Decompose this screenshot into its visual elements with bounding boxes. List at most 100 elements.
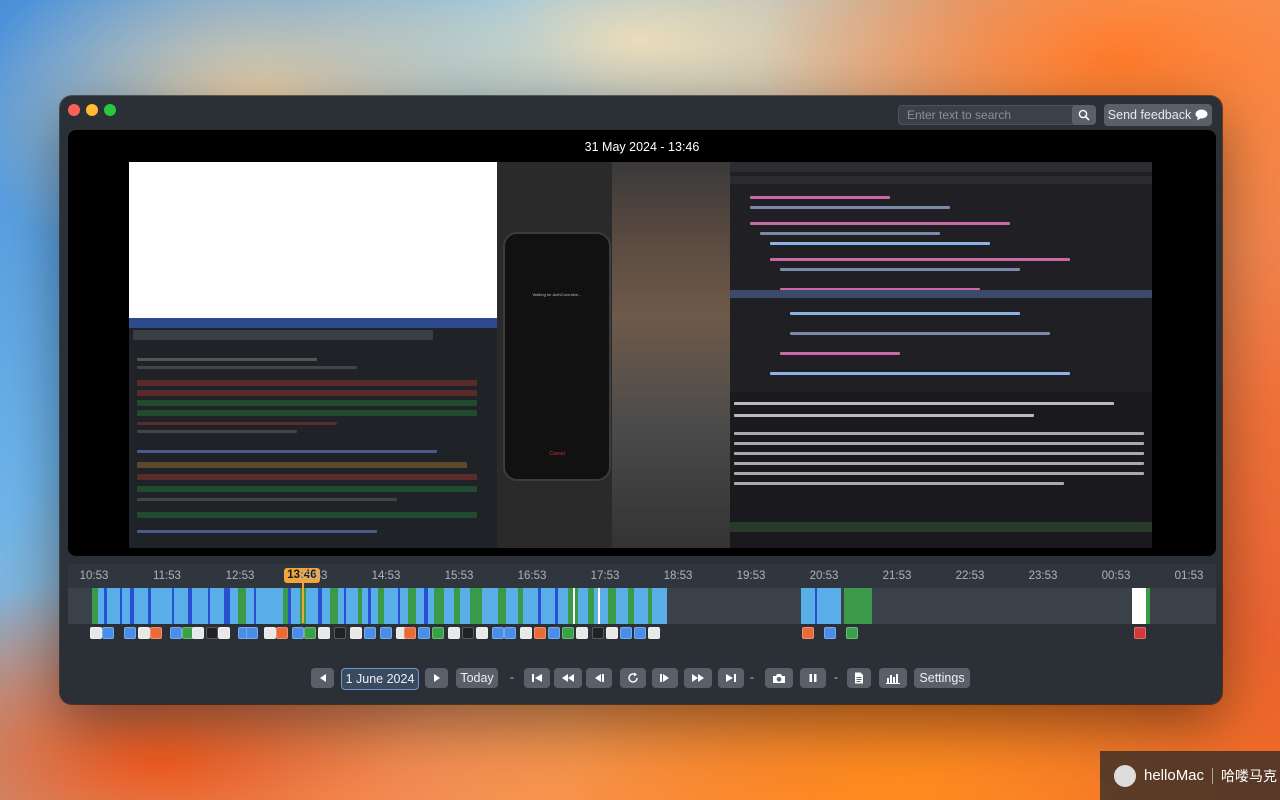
- previous-day-button[interactable]: [311, 668, 334, 688]
- app-icon[interactable]: [548, 627, 560, 639]
- app-icon[interactable]: [276, 627, 288, 639]
- timeline-tick-label: 13:53: [298, 570, 328, 582]
- app-icon[interactable]: [334, 627, 346, 639]
- minimize-window-button[interactable]: [86, 104, 98, 116]
- activity-segment: [188, 588, 192, 624]
- app-icon[interactable]: [562, 627, 574, 639]
- timeline-tick-label: 16:53: [517, 570, 547, 582]
- app-icon[interactable]: [534, 627, 546, 639]
- today-button[interactable]: Today: [456, 668, 498, 688]
- activity-segment: [318, 588, 322, 624]
- step-back-button[interactable]: [586, 668, 612, 688]
- app-icon[interactable]: [620, 627, 632, 639]
- jump-to-start-button[interactable]: [524, 668, 550, 688]
- activity-segment: [498, 588, 506, 624]
- activity-segment: [470, 588, 482, 624]
- app-icon[interactable]: [218, 627, 230, 639]
- camera-icon: [773, 673, 785, 683]
- app-icon[interactable]: [404, 627, 416, 639]
- app-icon[interactable]: [1134, 627, 1146, 639]
- activity-segment: [628, 588, 634, 624]
- search-input[interactable]: [898, 105, 1080, 125]
- search-button[interactable]: [1072, 105, 1096, 125]
- activity-timeline-bar[interactable]: [68, 588, 1216, 624]
- app-icon[interactable]: [246, 627, 258, 639]
- hellomac-logo-icon: [1114, 764, 1136, 787]
- date-picker[interactable]: 1 June 2024: [341, 668, 419, 690]
- timeline-tick-label: 11:53: [153, 570, 181, 582]
- fast-rewind-button[interactable]: [554, 668, 582, 688]
- app-icon[interactable]: [264, 627, 276, 639]
- app-icon[interactable]: [846, 627, 858, 639]
- timeline-tick-label: 14:53: [371, 570, 401, 582]
- activity-segment: [104, 588, 107, 624]
- activity-segment: [573, 588, 575, 624]
- app-icon[interactable]: [492, 627, 504, 639]
- refresh-button[interactable]: [620, 668, 646, 688]
- maximize-window-button[interactable]: [104, 104, 116, 116]
- fast-forward-button[interactable]: [684, 668, 712, 688]
- toolbar-separator: -: [510, 670, 514, 684]
- send-feedback-label: Send feedback: [1107, 108, 1192, 122]
- send-feedback-button[interactable]: Send feedback: [1104, 104, 1212, 126]
- app-icon[interactable]: [634, 627, 646, 639]
- app-icon[interactable]: [102, 627, 114, 639]
- toolbar-separator: -: [834, 670, 838, 684]
- app-icon[interactable]: [432, 627, 444, 639]
- app-icons-row: [68, 624, 1216, 642]
- timeline-tick-label: 19:53: [736, 570, 766, 582]
- activity-segment: [844, 588, 872, 624]
- activity-segment: [801, 588, 841, 624]
- activity-segment: [588, 588, 594, 624]
- close-window-button[interactable]: [68, 104, 80, 116]
- statistics-button[interactable]: [879, 668, 907, 688]
- app-icon[interactable]: [802, 627, 814, 639]
- app-icon[interactable]: [606, 627, 618, 639]
- activity-segment: [120, 588, 122, 624]
- timeline-tick-label: 20:53: [809, 570, 839, 582]
- app-icon[interactable]: [380, 627, 392, 639]
- app-icon[interactable]: [170, 627, 182, 639]
- app-icon[interactable]: [418, 627, 430, 639]
- app-icon[interactable]: [350, 627, 362, 639]
- app-icon[interactable]: [150, 627, 162, 639]
- playback-toolbar: 1 June 2024 Today - - - Settings: [60, 668, 1222, 690]
- app-icon[interactable]: [206, 627, 218, 639]
- activity-segment: [815, 588, 817, 624]
- settings-button[interactable]: Settings: [914, 668, 970, 688]
- app-icon[interactable]: [292, 627, 304, 639]
- captured-screen-image[interactable]: Waiting for AuthCoroutine... Cancel: [129, 162, 1152, 548]
- app-icon[interactable]: [448, 627, 460, 639]
- activity-segment: [1132, 588, 1146, 624]
- app-icon[interactable]: [576, 627, 588, 639]
- activity-segment: [368, 588, 371, 624]
- app-icon[interactable]: [364, 627, 376, 639]
- next-day-button[interactable]: [425, 668, 448, 688]
- activity-segment: [92, 588, 98, 624]
- app-icon[interactable]: [304, 627, 316, 639]
- app-icon[interactable]: [124, 627, 136, 639]
- app-icon[interactable]: [824, 627, 836, 639]
- step-forward-button[interactable]: [652, 668, 678, 688]
- app-icon[interactable]: [476, 627, 488, 639]
- app-icon[interactable]: [318, 627, 330, 639]
- app-icon[interactable]: [504, 627, 516, 639]
- timeline-tick-label: 12:53: [225, 570, 255, 582]
- jump-to-end-button[interactable]: [718, 668, 744, 688]
- pause-recording-button[interactable]: [800, 668, 826, 688]
- activity-segment: [398, 588, 400, 624]
- app-icon[interactable]: [462, 627, 474, 639]
- captured-blurred-area: [612, 162, 730, 548]
- app-icon[interactable]: [592, 627, 604, 639]
- toolbar-separator: -: [750, 670, 754, 684]
- app-icon[interactable]: [520, 627, 532, 639]
- skip-back-icon: [532, 674, 542, 682]
- app-icon[interactable]: [138, 627, 150, 639]
- document-button[interactable]: [847, 668, 871, 688]
- app-icon[interactable]: [90, 627, 102, 639]
- captured-xcode-window: [730, 162, 1152, 548]
- screenshot-button[interactable]: [765, 668, 793, 688]
- app-icon[interactable]: [192, 627, 204, 639]
- activity-segment: [238, 588, 246, 624]
- app-icon[interactable]: [648, 627, 660, 639]
